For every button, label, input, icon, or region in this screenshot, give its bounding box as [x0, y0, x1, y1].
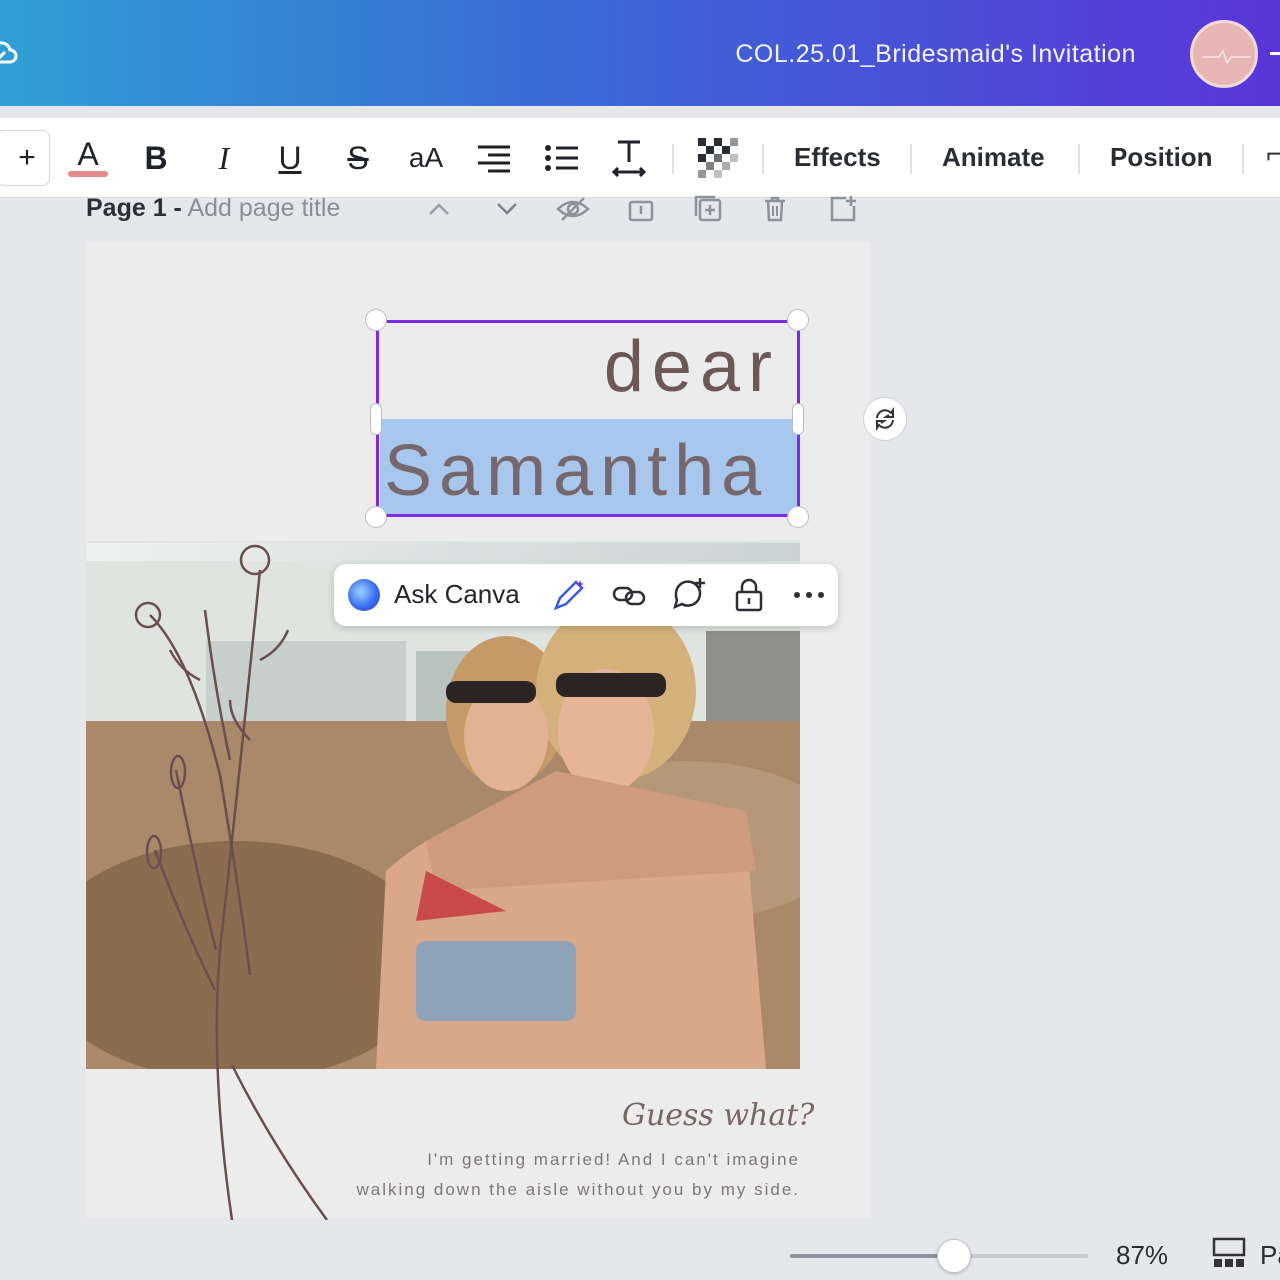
delete-page-icon[interactable] [760, 194, 794, 224]
resize-handle-left[interactable] [370, 403, 382, 435]
bold-button[interactable]: B [138, 136, 174, 180]
ask-canva-icon[interactable] [348, 579, 380, 611]
divider [1242, 144, 1244, 174]
message-line-2[interactable]: walking down the aisle without you by my… [320, 1180, 800, 1200]
align-right-icon[interactable] [474, 136, 514, 180]
link-icon[interactable] [610, 576, 648, 614]
resize-handle-bottom-right[interactable] [787, 506, 809, 528]
top-bar: COL.25.01_Bridesmaid's Invitation [0, 0, 1280, 106]
zoom-bar: 87% Pa [0, 1230, 1280, 1280]
page-header: Page 1 - Add page title [0, 194, 1280, 238]
position-button[interactable]: Position [1110, 142, 1213, 173]
script-heading[interactable]: Guess what? [622, 1098, 814, 1133]
transparency-icon[interactable] [696, 136, 740, 180]
text-formatting-toolbar: + A B I U S aA Effects Animate Position [0, 118, 1280, 198]
bulleted-list-icon[interactable] [542, 136, 582, 180]
more-indicator [1270, 52, 1280, 55]
letter-case-button[interactable]: aA [402, 136, 450, 180]
add-button[interactable]: + [0, 130, 50, 186]
lock-page-icon[interactable] [626, 194, 660, 224]
spacing-icon[interactable] [608, 136, 650, 180]
resize-handle-right[interactable] [792, 403, 804, 435]
chevron-up-icon[interactable] [424, 194, 458, 224]
cloud-sync-icon[interactable] [0, 36, 18, 72]
resize-handle-bottom-left[interactable] [365, 506, 387, 528]
divider [910, 144, 912, 174]
pages-view-icon[interactable] [1212, 1236, 1246, 1270]
magic-write-icon[interactable] [550, 576, 588, 614]
italic-button[interactable]: I [206, 136, 242, 180]
lock-icon[interactable] [730, 576, 768, 614]
context-toolbar: Ask Canva [334, 564, 838, 626]
overflow-icon[interactable]: ⌐ [1266, 138, 1280, 170]
avatar[interactable] [1190, 20, 1258, 88]
add-comment-icon[interactable] [670, 576, 708, 614]
add-page-icon[interactable] [828, 194, 862, 224]
strikethrough-button[interactable]: S [340, 136, 376, 180]
zoom-percent[interactable]: 87% [1116, 1240, 1168, 1271]
resize-handle-top-right[interactable] [787, 309, 809, 331]
message-line-1[interactable]: I'm getting married! And I can't imagine [320, 1150, 800, 1170]
page-number-label: Page 1 - [86, 194, 182, 222]
chevron-down-icon[interactable] [492, 194, 526, 224]
text-color-button[interactable]: A [66, 136, 110, 180]
animate-button[interactable]: Animate [942, 142, 1045, 173]
duplicate-page-icon[interactable] [692, 194, 726, 224]
more-options-icon[interactable] [790, 576, 828, 614]
divider [762, 144, 764, 174]
effects-button[interactable]: Effects [794, 142, 881, 173]
hide-page-icon[interactable] [556, 194, 590, 224]
ask-canva-button[interactable]: Ask Canva [394, 579, 520, 610]
floral-illustration[interactable] [110, 540, 350, 1220]
zoom-slider-fill [790, 1254, 954, 1258]
zoom-slider-handle[interactable] [936, 1239, 971, 1273]
divider [672, 144, 674, 174]
resize-handle-top-left[interactable] [365, 309, 387, 331]
text-color-swatch [68, 171, 108, 177]
page-title[interactable]: Page 1 - Add page title [86, 194, 340, 223]
pages-label[interactable]: Pa [1260, 1240, 1280, 1271]
rotate-handle-icon[interactable] [863, 397, 907, 441]
underline-button[interactable]: U [272, 136, 308, 180]
text-color-icon: A [77, 136, 99, 172]
divider [1078, 144, 1080, 174]
page-title-placeholder[interactable]: Add page title [187, 194, 340, 222]
selection-box [376, 320, 800, 517]
document-title[interactable]: COL.25.01_Bridesmaid's Invitation [735, 40, 1136, 69]
